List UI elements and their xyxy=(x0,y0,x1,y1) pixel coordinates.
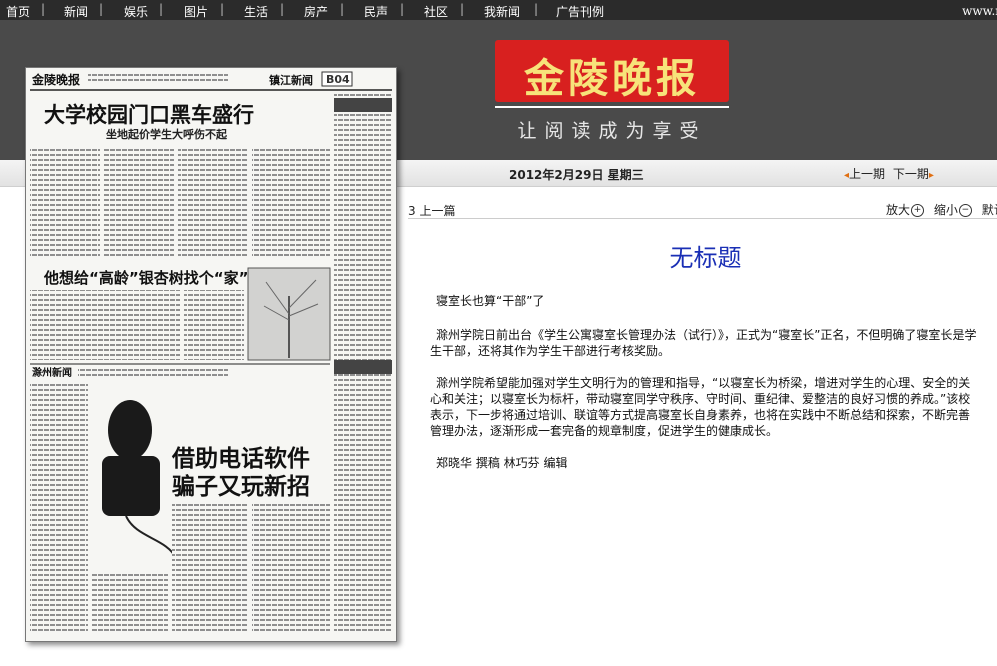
article-paragraph-2: 滁州学院希望能加强对学生文明行为的管理和指导，“以寝室长为桥梁，增进对学生的心理… xyxy=(430,376,971,438)
story3-col1 xyxy=(30,384,88,634)
paper-masthead: 金陵晚报 xyxy=(31,72,80,87)
article-paragraph-1: 滁州学院日前出台《学生公寓寝室长管理办法（试行）》，正式为“寝室长”正名，不但明… xyxy=(430,328,977,358)
nav-separator: | xyxy=(99,2,104,16)
nav-separator: | xyxy=(41,2,46,16)
nav-life[interactable]: 生活 xyxy=(244,3,268,20)
minus-icon[interactable]: − xyxy=(958,204,972,217)
story2-col2 xyxy=(184,290,244,360)
nav-entertainment[interactable]: 娱乐 xyxy=(124,3,148,20)
article-byline: 郑晓华 撰稿 林巧芬 编辑 xyxy=(436,456,568,470)
article-toolbar: 3 上一篇 放大+ 缩小− 默认 xyxy=(408,200,997,219)
nav-realestate[interactable]: 房产 xyxy=(304,3,328,20)
zoom-in-button[interactable]: 放大 xyxy=(886,203,910,217)
right-arrow-icon: ▸ xyxy=(928,170,934,181)
article-subtitle: 寝室长也算“干部”了 xyxy=(436,294,545,308)
story1-col2 xyxy=(104,146,174,258)
zoom-controls: 放大+ 缩小− 默认 xyxy=(886,201,997,218)
default-size-button[interactable]: 默认 xyxy=(982,203,997,217)
story1-col4 xyxy=(252,146,330,258)
nav-separator: | xyxy=(280,2,285,16)
story1-col3 xyxy=(178,146,248,258)
prev-article-link[interactable]: 3 上一篇 xyxy=(408,202,455,219)
newspaper-logo[interactable]: 金陵晚报 xyxy=(495,40,729,102)
nav-my-news[interactable]: 我新闻 xyxy=(484,3,520,20)
prev-issue-link[interactable]: 上一期 xyxy=(849,167,885,181)
issue-date: 2012年2月29日 星期三 xyxy=(509,168,644,182)
masthead-meta xyxy=(88,74,228,84)
right-column-header-top xyxy=(334,98,392,112)
story3-col4 xyxy=(92,572,168,634)
nav-separator: | xyxy=(159,2,164,16)
newspaper-page-thumbnail[interactable]: 金陵晚报 镇江新闻 B04 大学校园门口黑车盛行 坐地起价学生大呼伤不起 他想给… xyxy=(25,67,397,642)
newspaper-page-svg: 金陵晚报 镇江新闻 B04 大学校园门口黑车盛行 坐地起价学生大呼伤不起 他想给… xyxy=(30,71,392,634)
paper-headline-3a: 借助电话软件 xyxy=(171,445,310,472)
logo-divider xyxy=(495,106,729,108)
story3-col3 xyxy=(252,502,330,634)
paper-subhead-1: 坐地起价学生大呼伤不起 xyxy=(106,127,228,141)
logo-slogan: 让阅读成为享受 xyxy=(517,120,707,142)
zoom-out-button[interactable]: 缩小 xyxy=(934,203,958,217)
article-title: 无标题 xyxy=(669,244,742,272)
issue-pager: ◂上一期 下一期▸ xyxy=(844,165,934,182)
article-body: 寝室长也算“干部”了 滁州学院日前出台《学生公寓寝室长管理办法（试行）》，正式为… xyxy=(430,293,980,487)
paper-section-2: 滁州新闻 xyxy=(32,366,72,379)
nav-news[interactable]: 新闻 xyxy=(64,3,88,20)
paper-page-number: B04 xyxy=(326,73,350,86)
story2-col1 xyxy=(30,290,180,360)
nav-separator: | xyxy=(220,2,225,16)
plus-icon[interactable]: + xyxy=(911,204,925,217)
section2-meta xyxy=(78,368,228,376)
paper-headline-3b: 骗子又玩新招 xyxy=(172,473,310,500)
paper-section: 镇江新闻 xyxy=(269,73,313,87)
right-column-header-mid xyxy=(334,360,392,374)
site-url[interactable]: www.n xyxy=(962,4,997,18)
nav-photos[interactable]: 图片 xyxy=(184,3,208,20)
next-issue-link[interactable]: 下一期 xyxy=(893,167,929,181)
nav-separator: | xyxy=(460,2,465,16)
nav-home[interactable]: 首页 xyxy=(6,3,30,20)
story3-col2 xyxy=(172,502,248,634)
story1-col1 xyxy=(30,146,100,258)
paper-headline-2: 他想给“高龄”银杏树找个“家” xyxy=(43,269,248,287)
nav-separator: | xyxy=(534,2,539,16)
logo-text: 金陵晚报 xyxy=(524,55,700,102)
nav-separator: | xyxy=(400,2,405,16)
nav-community[interactable]: 社区 xyxy=(424,3,448,20)
fraudster-body xyxy=(102,456,160,516)
nav-separator: | xyxy=(340,2,345,16)
nav-ad-rates[interactable]: 广告刊例 xyxy=(556,3,604,20)
fraudster-head xyxy=(108,400,152,460)
nav-public-voice[interactable]: 民声 xyxy=(364,3,388,20)
paper-headline-1: 大学校园门口黑车盛行 xyxy=(44,103,254,127)
top-nav: 首页 | 新闻 | 娱乐 | 图片 | 生活 | 房产 | 民声 | 社区 | … xyxy=(0,0,997,20)
